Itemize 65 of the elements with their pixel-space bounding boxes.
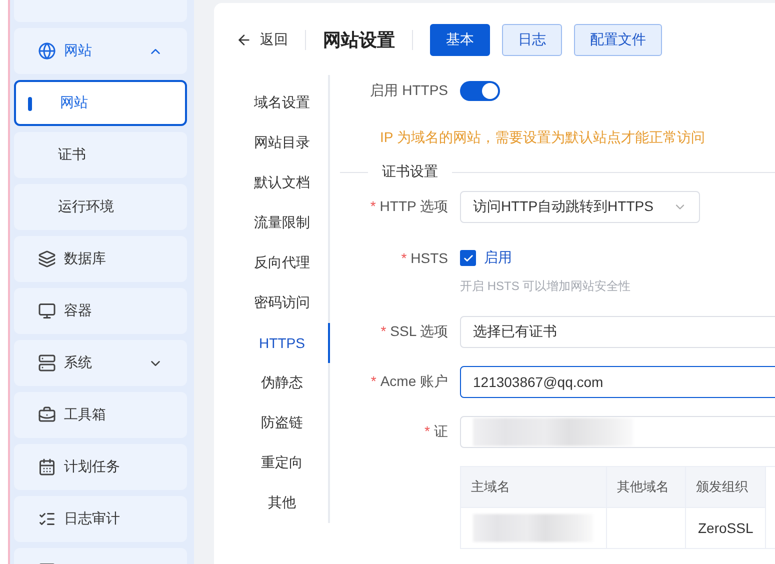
checkbox-label: 启用 — [484, 249, 512, 267]
sidebar-item[interactable]: 系统 — [14, 340, 187, 386]
server-icon — [38, 354, 56, 372]
column-header: 颁发组织 — [686, 467, 766, 508]
required-marker: * — [424, 423, 430, 439]
field-label: * Acme 账户 — [370, 373, 448, 391]
settings-nav-item[interactable]: 域名设置 — [236, 83, 330, 123]
tab[interactable]: 配置文件 — [574, 24, 662, 56]
acme-account-field[interactable]: 121303867@qq.com — [460, 366, 775, 398]
calendar-icon — [38, 458, 56, 476]
sidebar-item[interactable]: 容器 — [14, 288, 187, 334]
required-marker: * — [370, 198, 376, 214]
table-cell: ZeroSSL — [686, 508, 766, 548]
globe-icon — [38, 42, 56, 60]
settings-nav-item[interactable]: 网站目录 — [236, 123, 330, 163]
field-label: 启用 HTTPS — [369, 82, 448, 100]
sidebar-label: 计划任务 — [64, 458, 121, 476]
list-icon — [38, 510, 56, 528]
required-marker: * — [370, 373, 376, 389]
page-title: 网站设置 — [323, 29, 395, 52]
field-label: * 证 — [424, 423, 448, 441]
settings-nav-item[interactable]: 伪静态 — [236, 363, 330, 403]
sidebar-item[interactable]: 网站 — [14, 28, 187, 74]
required-marker: * — [380, 323, 386, 339]
back-button[interactable]: 返回 — [236, 31, 288, 49]
hint-text: 开启 HSTS 可以增加网站安全性 — [460, 278, 631, 294]
required-marker: * — [401, 250, 407, 266]
sidebar-item[interactable]: 计划任务 — [14, 444, 187, 490]
http-option-select[interactable]: 访问HTTP自动跳转到HTTPS — [460, 191, 700, 223]
sidebar-subitem[interactable]: 证书 — [14, 132, 187, 178]
toolbox-icon — [38, 406, 56, 424]
settings-nav-item[interactable]: 防盗链 — [236, 403, 330, 443]
layers-icon — [38, 250, 56, 268]
hsts-checkbox[interactable] — [460, 250, 476, 266]
settings-nav-item[interactable]: 反向代理 — [236, 243, 330, 283]
settings-nav-item[interactable]: 默认文档 — [236, 163, 330, 203]
sidebar-subitem[interactable]: 网站 — [14, 80, 187, 126]
sidebar-item[interactable]: 工具箱 — [14, 392, 187, 438]
field-label: * HSTS — [400, 250, 448, 266]
sidebar-label: 数据库 — [64, 250, 107, 268]
active-indicator — [28, 97, 32, 111]
column-header: 主域名 — [461, 467, 607, 508]
ssl-option-select[interactable]: 选择已有证书 — [460, 316, 775, 348]
sidebar-label: 网站 — [64, 42, 93, 60]
sidebar-label: 工具箱 — [64, 406, 107, 424]
settings-nav-item[interactable]: HTTPS — [236, 323, 330, 363]
sidebar-label: 系统 — [64, 354, 93, 372]
settings-nav-item[interactable]: 其他 — [236, 483, 330, 523]
settings-nav-item[interactable]: 重定向 — [236, 443, 330, 483]
https-toggle[interactable] — [460, 81, 500, 101]
field-label: * SSL 选项 — [380, 323, 448, 341]
section-title: 证书设置 — [381, 163, 439, 181]
column-header: 其他域名 — [607, 467, 686, 508]
tab[interactable]: 基本 — [430, 24, 490, 56]
check-icon — [462, 252, 474, 264]
field-label: * HTTP 选项 — [369, 198, 448, 216]
sidebar-item[interactable]: 日志审计 — [14, 496, 187, 542]
warning-text: IP 为域名的网站，需要设置为默认站点才能正常访问 — [379, 129, 706, 147]
settings-nav-item[interactable]: 流量限制 — [236, 203, 330, 243]
sidebar-subitem[interactable]: 运行环境 — [14, 184, 187, 230]
tab[interactable]: 日志 — [502, 24, 562, 56]
sidebar-label: 容器 — [64, 302, 93, 320]
settings-nav-item[interactable]: 密码访问 — [236, 283, 330, 323]
sidebar-label: 日志审计 — [64, 510, 121, 528]
sidebar-item[interactable]: 数据库 — [14, 236, 187, 282]
